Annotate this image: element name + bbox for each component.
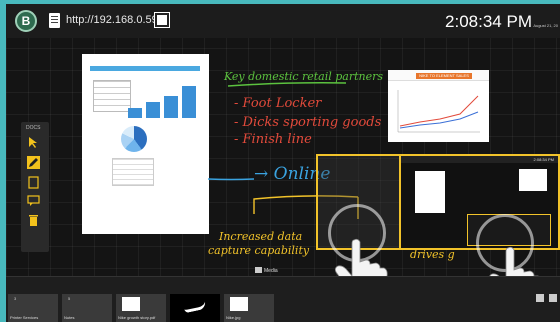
taskbar-thumbnail [230, 297, 248, 311]
slide-line-chart [397, 90, 480, 133]
taskbar-item[interactable]: 3 Printer Services [8, 294, 58, 322]
taskbar-item-label: Nutes [64, 315, 75, 320]
select-icon[interactable] [27, 136, 40, 149]
window-document [415, 171, 445, 213]
media-label[interactable]: Media [264, 268, 278, 274]
window-slide [519, 169, 547, 191]
taskbar-item[interactable] [170, 294, 220, 322]
nike-slide[interactable]: NIKE TO ELEMENT SALES [388, 70, 489, 142]
taskbar-item-count: 3 [14, 296, 17, 301]
taskbar-item[interactable]: Nike growth story.pdf [116, 294, 166, 322]
blue-dash [207, 178, 255, 181]
share-icon[interactable] [549, 294, 557, 302]
comment-icon[interactable] [27, 194, 40, 207]
window-title-bar: 2:08:34 PM [401, 156, 558, 163]
taskbar: 3 Printer Services 5 Nutes Nike growth s… [6, 276, 560, 322]
document-icon[interactable] [27, 176, 40, 189]
palette-label: DOCS [26, 125, 41, 131]
taskbar-item[interactable]: 5 Nutes [62, 294, 112, 322]
trash-icon[interactable] [27, 214, 40, 227]
taskbar-item-label: Printer Services [10, 315, 39, 320]
settings-icon[interactable] [536, 294, 544, 302]
taskbar-item-label: Nike growth story.pdf [118, 315, 156, 320]
taskbar-item-count: 5 [68, 296, 71, 301]
taskbar-item-label: Nike.jpg [226, 315, 241, 320]
whiteboard-screen[interactable]: B http://192.168.0.59 2:08:34 PM August … [6, 4, 560, 322]
taskbar-thumbnail [122, 297, 140, 311]
window-clock: 2:08:34 PM [533, 157, 554, 162]
pen-icon[interactable] [27, 156, 40, 169]
taskbar-item[interactable]: Nike.jpg [224, 294, 274, 322]
nike-logo-icon [183, 300, 207, 314]
heading-underline [227, 82, 347, 87]
media-icon[interactable] [255, 267, 262, 273]
slide-title: NIKE TO ELEMENT SALES [416, 73, 472, 79]
tool-palette: DOCS [21, 122, 49, 252]
